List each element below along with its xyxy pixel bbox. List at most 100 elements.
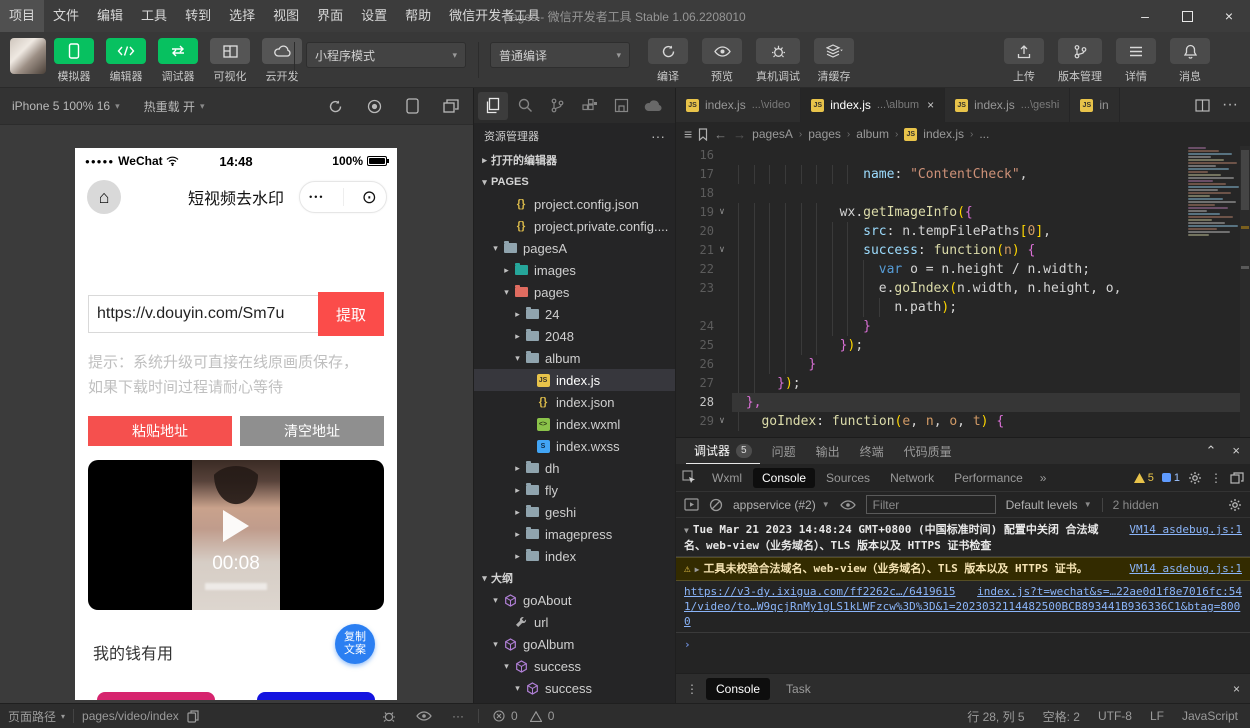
status-3[interactable]: LF	[1150, 709, 1164, 723]
tree-item-project-private-config----[interactable]: {}project.private.config....	[474, 215, 675, 237]
console-source-link[interactable]: VM14 asdebug.js:1	[1129, 561, 1242, 576]
device-selector[interactable]: iPhone 5 100% 16 ▾	[12, 99, 120, 113]
tree-item-24[interactable]: ▸24	[474, 303, 675, 325]
fold-icon[interactable]: ∨	[714, 203, 730, 222]
copy-link-button[interactable]: 复制链接	[257, 692, 375, 700]
toolbar-preview[interactable]: 预览	[702, 38, 742, 84]
inspector-tab-wxml[interactable]: Wxml	[703, 468, 751, 488]
multi-window-icon[interactable]	[443, 99, 459, 113]
menu-item-10[interactable]: 微信开发者工具	[440, 0, 549, 32]
scrollbar-thumb[interactable]	[1241, 150, 1249, 210]
undock-icon[interactable]	[1230, 472, 1244, 484]
compile-dropdown[interactable]: 普通编译 ▾	[490, 42, 630, 68]
status-1[interactable]: 空格: 2	[1043, 708, 1080, 725]
console-source-link[interactable]: index.js?t=wechat&s=…22ae0d1f8e7016fc:54	[977, 584, 1242, 599]
breadcrumb-item-1[interactable]: pages	[808, 127, 841, 141]
paste-address-button[interactable]: 粘贴地址	[88, 416, 232, 446]
tree-item-imagepress[interactable]: ▸imagepress	[474, 523, 675, 545]
inspector-tab-sources[interactable]: Sources	[817, 468, 879, 488]
device-frame-icon[interactable]	[406, 98, 419, 114]
tree-section-0[interactable]: ▸打开的编辑器	[474, 149, 675, 171]
kebab-menu-icon[interactable]: ⋮	[686, 682, 698, 696]
tree-item-pages[interactable]: ▾pages	[474, 281, 675, 303]
breadcrumb-item-4[interactable]: ...	[979, 127, 989, 141]
panel-tab-终端[interactable]: 终端	[852, 438, 892, 464]
tree-item-index-js[interactable]: JSindex.js	[474, 369, 675, 391]
user-avatar[interactable]	[10, 38, 46, 74]
panel-tab-输出[interactable]: 输出	[808, 438, 848, 464]
editor-tab-2[interactable]: JSindex.js...\geshi	[945, 88, 1070, 122]
toolbar-visual[interactable]: 可视化	[208, 38, 252, 84]
errors-icon[interactable]	[493, 710, 505, 722]
download-video-button[interactable]: 下载视频	[97, 692, 215, 700]
clear-address-button[interactable]: 清空地址	[240, 416, 384, 446]
status-4[interactable]: JavaScript	[1182, 709, 1238, 723]
more-icon[interactable]: ···	[651, 128, 665, 144]
extensions-icon[interactable]	[574, 92, 604, 120]
toolbar-debugger[interactable]: 调试器	[156, 38, 200, 84]
editor-tab-3[interactable]: JSin	[1070, 88, 1119, 122]
menu-item-7[interactable]: 界面	[308, 0, 352, 32]
tree-item-index-wxss[interactable]: Sindex.wxss	[474, 435, 675, 457]
warnings-icon[interactable]	[530, 711, 542, 722]
tree-section-1[interactable]: ▾PAGES	[474, 171, 675, 193]
menu-item-8[interactable]: 设置	[352, 0, 396, 32]
clear-console-icon[interactable]	[709, 498, 723, 512]
minimize-button[interactable]: –	[1124, 0, 1166, 32]
inspector-tab-network[interactable]: Network	[881, 468, 943, 488]
toolbar-remote-debug[interactable]: 真机调试	[756, 38, 800, 84]
cloud-icon[interactable]	[638, 92, 668, 120]
console-source-link[interactable]: VM14 asdebug.js:1	[1129, 522, 1242, 537]
toolbar-clear-cache[interactable]: 清缓存	[814, 38, 854, 84]
minimap[interactable]	[1182, 146, 1238, 346]
mode-dropdown[interactable]: 小程序模式 ▾	[306, 42, 466, 68]
gear-icon[interactable]	[1228, 498, 1242, 512]
collapse-icon[interactable]: ⌃	[1206, 443, 1217, 459]
drawer-tab-console[interactable]: Console	[706, 678, 770, 700]
home-button[interactable]: ⌂	[87, 180, 121, 214]
context-selector[interactable]: appservice (#2) ▼	[733, 498, 830, 512]
panel-tab-代码质量[interactable]: 代码质量	[896, 438, 960, 464]
tree-item-goabout[interactable]: ▾goAbout	[474, 589, 675, 611]
menu-item-2[interactable]: 编辑	[88, 0, 132, 32]
panel-tab-问题[interactable]: 问题	[764, 438, 804, 464]
kebab-menu-icon[interactable]: ⋮	[1210, 471, 1222, 485]
tree-item-index-wxml[interactable]: <>index.wxml	[474, 413, 675, 435]
expand-icon[interactable]: ▼	[684, 526, 689, 535]
tree-item-index[interactable]: ▸index	[474, 545, 675, 567]
breadcrumb-item-0[interactable]: pagesA	[752, 127, 793, 141]
toolbar-compile[interactable]: 编译	[648, 38, 688, 84]
bug-icon[interactable]	[382, 709, 396, 723]
package-icon[interactable]	[606, 92, 636, 120]
tree-item-2048[interactable]: ▸2048	[474, 325, 675, 347]
console-prompt[interactable]: ›	[676, 633, 1250, 656]
editor-scrollbar[interactable]	[1240, 146, 1250, 437]
source-control-icon[interactable]	[542, 92, 572, 120]
menu-item-6[interactable]: 视图	[264, 0, 308, 32]
close-icon[interactable]: ×	[1232, 443, 1240, 459]
tree-item-goalbum[interactable]: ▾goAlbum	[474, 633, 675, 655]
close-drawer-icon[interactable]: ×	[1233, 682, 1240, 696]
tree-item-success[interactable]: ▾success	[474, 655, 675, 677]
copy-caption-button[interactable]: 复制文案	[335, 624, 375, 664]
maximize-button[interactable]	[1166, 0, 1208, 32]
toolbar-cloud[interactable]: 云开发	[260, 38, 304, 84]
toolbar-editor[interactable]: 编辑器	[104, 38, 148, 84]
editor-tab-0[interactable]: JSindex.js...\video	[676, 88, 801, 122]
tree-item-images[interactable]: ▸images	[474, 259, 675, 281]
refresh-icon[interactable]	[328, 99, 343, 114]
video-player[interactable]: 00:08	[88, 460, 384, 610]
warning-count[interactable]: 5	[1134, 472, 1154, 484]
eye-icon[interactable]	[840, 500, 856, 510]
status-0[interactable]: 行 28, 列 5	[967, 708, 1024, 725]
extract-button[interactable]: 提取	[318, 292, 384, 336]
exit-icon[interactable]: ⊙	[362, 188, 377, 206]
more-icon[interactable]: ···	[1222, 96, 1238, 114]
editor-tab-1[interactable]: JSindex.js...\album×	[801, 88, 945, 122]
status-2[interactable]: UTF-8	[1098, 709, 1132, 723]
back-icon[interactable]: ←	[714, 127, 727, 142]
video-url-input[interactable]	[88, 295, 320, 333]
tree-section-19[interactable]: ▾大纲	[474, 567, 675, 589]
tree-item-project-config-json[interactable]: {}project.config.json	[474, 193, 675, 215]
tree-item-index-json[interactable]: {}index.json	[474, 391, 675, 413]
